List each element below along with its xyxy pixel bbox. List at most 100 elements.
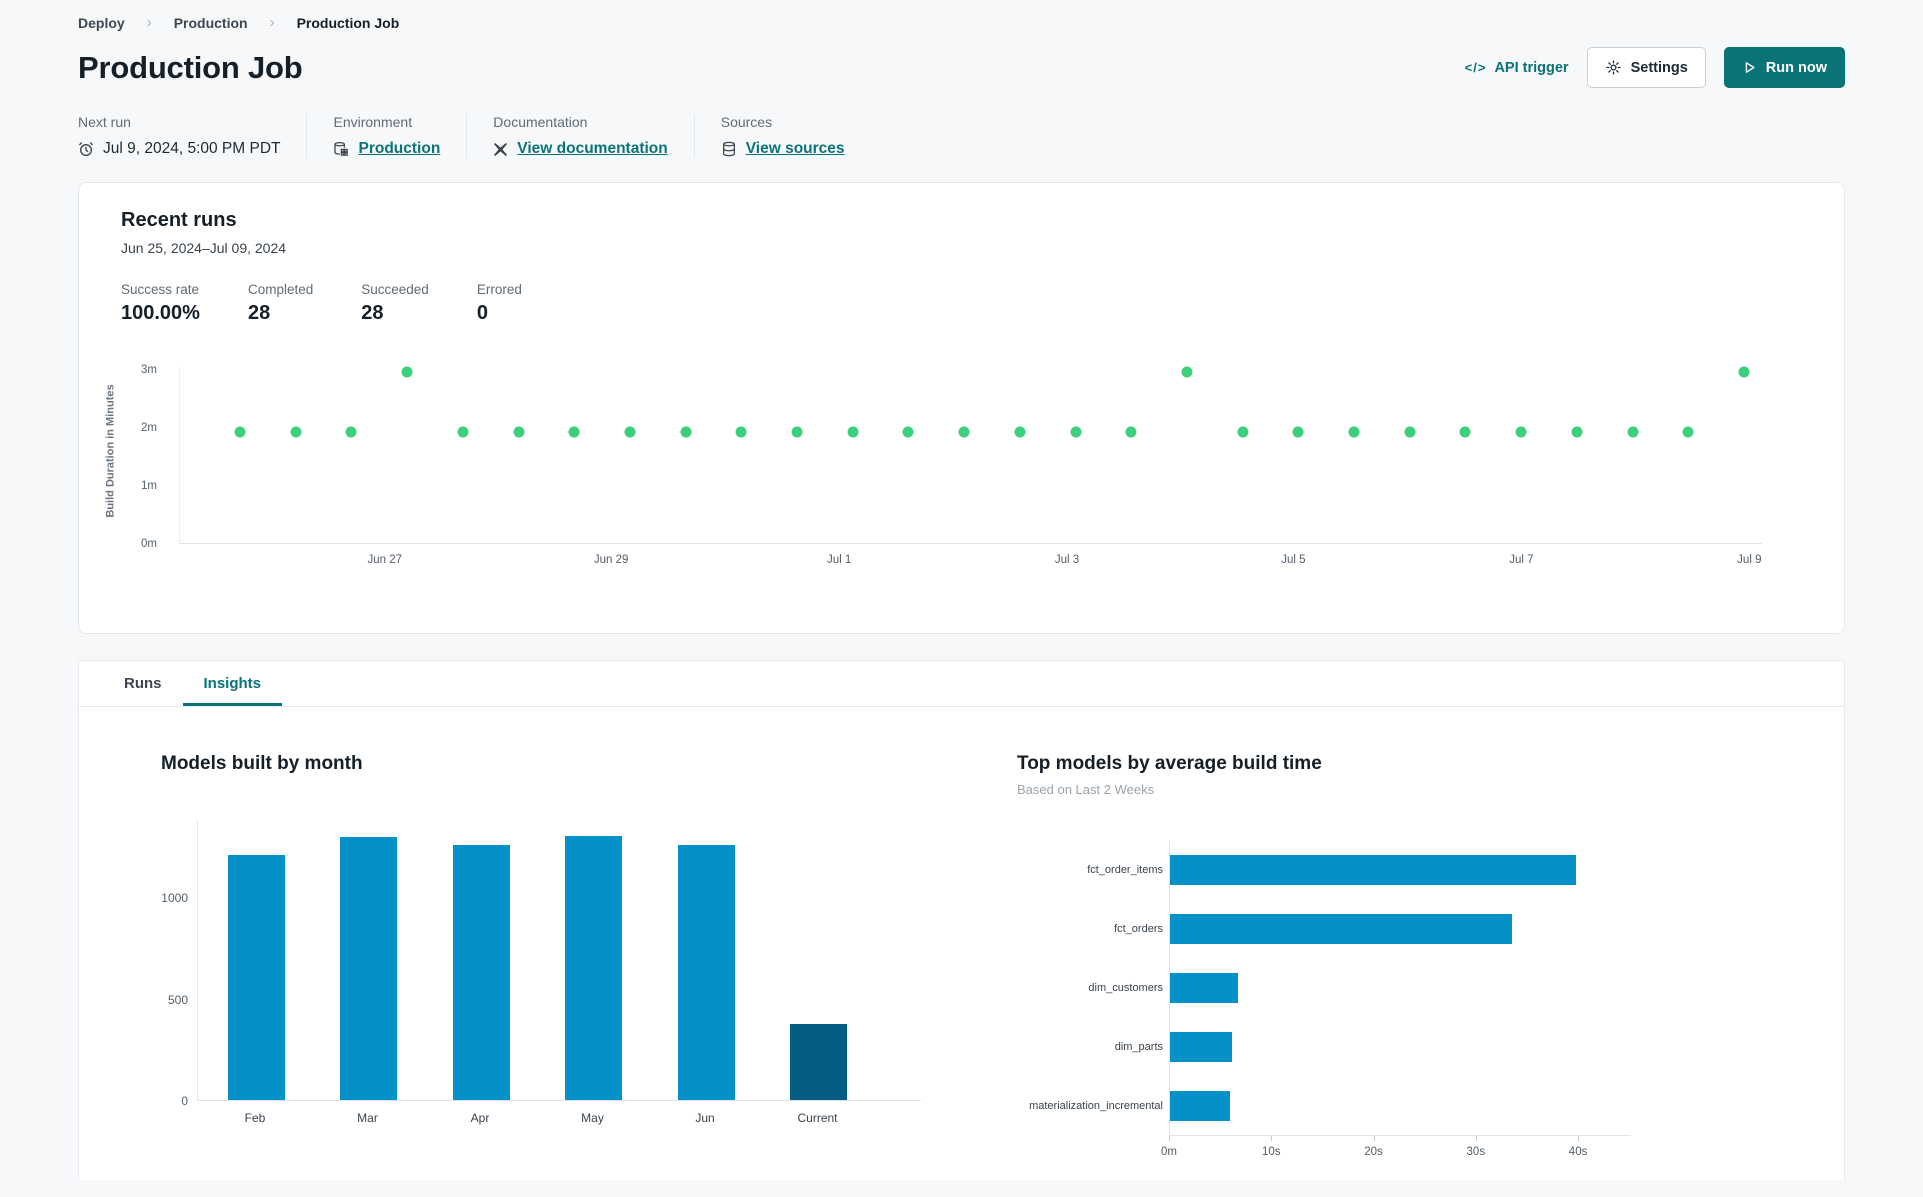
meta-link[interactable]: Production	[358, 140, 440, 158]
vbar-apr[interactable]	[452, 845, 510, 1100]
breadcrumb: Deploy › Production › Production Job	[78, 14, 1845, 31]
hbar-x-tick-label: 30s	[1466, 1146, 1486, 1158]
run-duration-dot[interactable]	[1627, 426, 1639, 438]
vbar-jun[interactable]	[677, 845, 735, 1100]
meta-label: Environment	[333, 114, 413, 130]
meta-link[interactable]: View sources	[746, 140, 845, 158]
run-duration-dot[interactable]	[1459, 426, 1471, 438]
hbar-category-label: dim_parts	[1114, 1041, 1163, 1053]
hbar-x-tick-label: 10s	[1261, 1146, 1281, 1158]
run-now-button[interactable]: Run now	[1723, 47, 1845, 88]
run-duration-dot[interactable]	[1292, 426, 1304, 438]
stat-value: 28	[247, 302, 271, 324]
scatter-y-axis-title: Build Duration in Minutes	[104, 384, 117, 518]
vbar-x-axis: Feb Mar Apr May Jun Current	[197, 1111, 921, 1127]
stat-label: Errored	[476, 282, 522, 297]
database-icon	[721, 141, 737, 157]
run-duration-dot[interactable]	[345, 426, 357, 438]
scatter-x-axis: Jun 27 Jun 29 Jul 1 Jul 3 Jul 5 Jul 7 Jul 9	[179, 554, 1762, 570]
hbar-chart-body: fct_order_items fct_orders dim_customers di…	[1017, 841, 1637, 1171]
alarm-clock-icon	[78, 141, 94, 157]
vbar-current[interactable]	[790, 1023, 847, 1100]
scatter-x-tick-label: Jun 29	[593, 554, 629, 566]
breadcrumb-item[interactable]: Deploy	[78, 15, 125, 31]
vbar-x-tick-label: Apr	[470, 1111, 490, 1125]
run-duration-dot[interactable]	[1571, 426, 1583, 438]
hbar-materialization_incremental[interactable]	[1170, 1091, 1231, 1121]
run-duration-dot[interactable]	[513, 426, 525, 438]
run-duration-dot[interactable]	[1348, 426, 1360, 438]
run-duration-dot[interactable]	[1181, 366, 1193, 378]
vbar-y-tick-label: 500	[167, 992, 188, 1007]
models-by-month-chart: Models built by month 0 500 1000 Feb Mar Apr…	[161, 753, 961, 1171]
run-duration-dot[interactable]	[1682, 426, 1694, 438]
run-duration-dot[interactable]	[1404, 426, 1416, 438]
meta-sources: Sources View sources	[693, 114, 871, 158]
api-trigger-link[interactable]: </> API trigger	[1465, 60, 1569, 76]
stat-completed: Completed 28	[248, 282, 313, 325]
meta-text: Jul 9, 2024, 5:00 PM PDT	[103, 140, 281, 157]
page-header: Production Job </> API trigger Settings	[78, 47, 1845, 88]
run-duration-dot[interactable]	[1237, 426, 1249, 438]
run-duration-dot[interactable]	[847, 426, 859, 438]
meta-next-run: Next run Jul 9, 2024, 5:00 PM PDT	[78, 114, 306, 158]
stat-succeeded: Succeeded 28	[361, 282, 429, 325]
vbar-x-tick-label: May	[581, 1111, 604, 1125]
vbar-mar[interactable]	[340, 837, 397, 1100]
hbar-x-tick-label: 20s	[1364, 1146, 1383, 1158]
chevron-right-icon: ›	[146, 14, 152, 31]
stat-success-rate: Success rate 100.00%	[121, 282, 200, 325]
tab-runs[interactable]: Runs	[103, 661, 183, 706]
stat-value: 100.00%	[121, 302, 200, 324]
vbar-y-tick-label: 1000	[161, 891, 188, 906]
vbar-x-tick-label: Mar	[357, 1111, 378, 1125]
hbar-axis-tick	[1578, 1136, 1580, 1141]
vbar-may[interactable]	[565, 836, 622, 1100]
run-duration-dot[interactable]	[290, 426, 302, 438]
run-duration-dot[interactable]	[902, 426, 914, 438]
hbar-dim_parts[interactable]	[1170, 1032, 1233, 1062]
run-duration-dot[interactable]	[1070, 426, 1082, 438]
top-models-title: Top models by average build time	[1017, 753, 1322, 774]
hbar-axis-tick	[1475, 1136, 1477, 1141]
run-duration-dot[interactable]	[401, 366, 413, 378]
hbar-x-tick-label: 0m	[1161, 1146, 1177, 1158]
run-duration-dot[interactable]	[958, 426, 970, 438]
run-duration-dot[interactable]	[1014, 426, 1026, 438]
hbar-category-label: materialization_incremental	[1029, 1100, 1163, 1112]
scatter-x-tick-label: Jun 27	[367, 554, 403, 566]
run-duration-dot[interactable]	[1125, 426, 1137, 438]
run-duration-dot[interactable]	[735, 426, 747, 438]
settings-button[interactable]: Settings	[1586, 47, 1706, 88]
build-duration-chart: Build Duration in Minutes 0m 1m 2m 3m Jun 2…	[105, 364, 1802, 577]
run-duration-dot[interactable]	[1515, 426, 1527, 438]
vbar-plot	[197, 821, 921, 1101]
meta-label: Next run	[78, 114, 131, 130]
vbar-y-tick-label: 0	[181, 1094, 188, 1108]
run-duration-dot[interactable]	[1738, 366, 1750, 378]
page: Deploy › Production › Production Job Product…	[0, 0, 1923, 1180]
vbar-chart-body: 0 500 1000 Feb Mar Apr May Jun Current	[161, 821, 921, 1125]
hbar-dim_customers[interactable]	[1170, 973, 1238, 1003]
tab-insights[interactable]: Insights	[182, 661, 283, 706]
top-models-subtitle: Based on Last 2 Weeks	[1017, 782, 1155, 797]
run-duration-dot[interactable]	[624, 426, 636, 438]
run-duration-dot[interactable]	[568, 426, 580, 438]
run-duration-dot[interactable]	[234, 426, 246, 438]
settings-label: Settings	[1630, 59, 1688, 76]
run-duration-dot[interactable]	[680, 426, 692, 438]
hbar-fct_orders[interactable]	[1170, 914, 1512, 944]
stat-value: 28	[361, 302, 384, 324]
run-duration-dot[interactable]	[791, 426, 803, 438]
hbar-axis-tick	[1169, 1136, 1170, 1141]
run-duration-dot[interactable]	[457, 426, 469, 438]
meta-environment: Environment Production	[306, 114, 466, 158]
recent-runs-card: Recent runs Jun 25, 2024–Jul 09, 2024 Su…	[78, 182, 1845, 634]
meta-link[interactable]: View documentation	[517, 140, 667, 158]
stat-label: Success rate	[121, 282, 200, 297]
vbar-feb[interactable]	[227, 854, 285, 1100]
breadcrumb-item[interactable]: Production	[174, 15, 248, 31]
breadcrumb-item: Production Job	[296, 14, 400, 31]
hbar-fct_order_items[interactable]	[1170, 855, 1577, 885]
meta-label: Documentation	[493, 114, 588, 130]
